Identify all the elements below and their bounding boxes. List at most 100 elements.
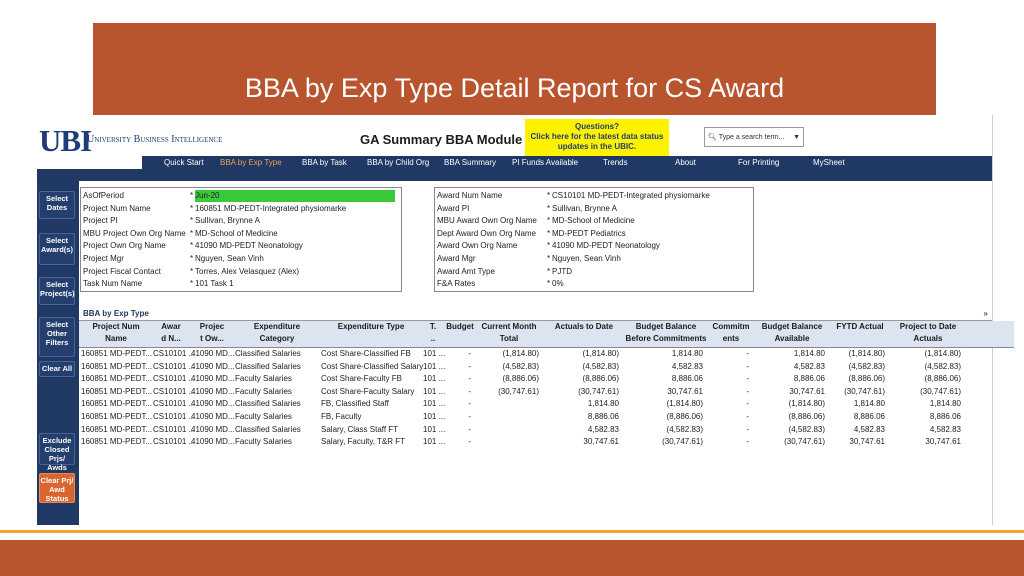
filter-marker: *: [190, 241, 194, 251]
filter-value[interactable]: 41090 MD-PEDT Neonatology: [195, 240, 303, 252]
table-cell: 160851 MD-PEDT...: [81, 374, 153, 384]
table-row[interactable]: 160851 MD-PEDT... CS10101 ... 41090 MD... C…: [79, 361, 1014, 373]
column-header[interactable]: Projec t Ow...: [191, 321, 233, 345]
side-button-select-award-s-[interactable]: Select Award(s): [39, 233, 75, 265]
filter-value[interactable]: MD-PEDT Pediatrics: [552, 228, 626, 240]
filter-value[interactable]: CS10101 MD-PEDT-Integrated physiomarke: [552, 190, 710, 202]
side-button-clear-prj-awd-status[interactable]: Clear Prj/Awd Status: [39, 473, 75, 503]
side-button-label: Closed Prjs/: [44, 445, 70, 463]
side-button-exclude-closed-prjs-awds[interactable]: Exclude Closed Prjs/Awds: [39, 433, 75, 472]
table-row[interactable]: 160851 MD-PEDT... CS10101 ... 41090 MD... F…: [79, 386, 1014, 398]
filter-label: Project PI: [83, 216, 118, 226]
table-cell: 160851 MD-PEDT...: [81, 349, 153, 358]
nav-tab-pi-funds-available[interactable]: PI Funds Available: [512, 156, 578, 169]
column-header[interactable]: Awar d N...: [153, 321, 189, 345]
filter-marker: *: [190, 266, 194, 276]
column-header[interactable]: Project Num Name: [81, 321, 151, 345]
filter-value[interactable]: Sullivan, Brynne A: [552, 203, 617, 215]
column-header-line: Category: [259, 334, 295, 343]
table-cell: (4,582.83): [582, 361, 619, 371]
filter-value[interactable]: PJTD: [552, 266, 572, 278]
table-cell: 41090 MD...: [191, 424, 235, 434]
filter-label: Award Own Org Name: [437, 241, 518, 251]
side-button-label: Awd Status: [45, 485, 69, 503]
table-cell: (8,886.06): [848, 374, 885, 384]
app-screenshot: UBI University Business Intelligence GA …: [37, 115, 1014, 525]
filter-value[interactable]: 41090 MD-PEDT Neonatology: [552, 240, 660, 252]
column-header[interactable]: Budget Balance Before Commitments: [625, 321, 707, 345]
column-header[interactable]: Budget: [445, 321, 475, 333]
filter-value[interactable]: Nguyen, Sean Vinh: [552, 253, 621, 265]
filter-label: Award PI: [437, 203, 470, 213]
table-row[interactable]: 160851 MD-PEDT... CS10101 ... 41090 MD... F…: [79, 411, 1014, 423]
questions-link[interactable]: Questions? Click here for the latest dat…: [525, 119, 669, 157]
nav-tab-quick-start[interactable]: Quick Start: [164, 156, 204, 169]
table-cell: 101 ...: [423, 424, 446, 434]
table-row[interactable]: 160851 MD-PEDT... CS10101 ... 41090 MD... F…: [79, 373, 1014, 385]
column-header[interactable]: Actuals to Date: [545, 321, 623, 333]
expand-icon[interactable]: »: [984, 308, 988, 320]
filter-value[interactable]: 101 Task 1: [195, 278, 234, 290]
table-cell: 30,747.61: [925, 437, 961, 447]
table-cell: (30,747.61): [578, 386, 619, 396]
filter-marker: *: [547, 191, 551, 200]
filter-value[interactable]: Nguyen, Sean Vinh: [195, 253, 264, 265]
filter-label: Project Mgr: [83, 254, 124, 263]
table-cell: -: [746, 349, 749, 358]
side-button-select-project-s-[interactable]: Select Project(s): [39, 277, 75, 305]
column-header[interactable]: Expenditure Type: [321, 321, 421, 333]
filter-value[interactable]: MD-School of Medicine: [195, 228, 278, 240]
table-cell: 4,582.83: [587, 424, 619, 434]
table-row[interactable]: 160851 MD-PEDT... CS10101 ... 41090 MD... C…: [79, 424, 1014, 436]
table-cell: Cost Share-Faculty FB: [321, 374, 402, 384]
filter-value[interactable]: Torres, Alex Velasquez (Alex): [195, 266, 299, 278]
side-button-select-dates[interactable]: Select Dates: [39, 191, 75, 219]
questions-line-2: Click here for the latest data status: [530, 132, 664, 141]
filter-marker: *: [190, 191, 194, 200]
filter-value[interactable]: 160851 MD-PEDT-Integrated physiomarke: [195, 203, 346, 215]
nav-tab-bba-by-task[interactable]: BBA by Task: [302, 156, 347, 169]
column-header[interactable]: Commitm ents: [709, 321, 753, 345]
nav-tab-bba-summary[interactable]: BBA Summary: [444, 156, 496, 169]
table-cell: 41090 MD...: [191, 386, 235, 396]
side-button-select-other-filters[interactable]: Select Other Filters: [39, 317, 75, 357]
nav-tab-trends[interactable]: Trends: [603, 156, 628, 169]
table-cell: 4,582.83: [793, 361, 825, 371]
table-cell: (8,886.06): [666, 412, 703, 421]
column-header-line: Budget: [446, 322, 474, 331]
side-button-clear-all[interactable]: Clear All: [39, 361, 75, 377]
nav-tab-bba-by-exp-type[interactable]: BBA by Exp Type: [220, 156, 282, 169]
filter-value[interactable]: 0%: [552, 278, 564, 290]
nav-tab-for-printing[interactable]: For Printing: [738, 156, 779, 169]
filter-value[interactable]: MD-School of Medicine: [552, 215, 635, 227]
column-header[interactable]: Budget Balance Available: [755, 321, 829, 345]
table-cell: -: [468, 424, 471, 434]
column-header[interactable]: FYTD Actual: [831, 321, 889, 333]
table-cell: FB, Faculty: [321, 412, 362, 421]
table-cell: (1,814.80): [502, 349, 539, 358]
column-header[interactable]: Project to Date Actuals: [891, 321, 965, 345]
filter-value[interactable]: Jun-20: [195, 190, 395, 202]
search-box[interactable]: 🔍︎ Type a search term... ▼: [704, 127, 804, 147]
nav-tab-about[interactable]: About: [675, 156, 696, 169]
filter-marker: *: [190, 279, 194, 289]
dropdown-arrow-icon[interactable]: ▼: [793, 128, 800, 148]
table-cell: -: [468, 399, 471, 409]
nav-tab-bba-by-child-org[interactable]: BBA by Child Org: [367, 156, 429, 169]
nav-tab-mysheet[interactable]: MySheet: [813, 156, 845, 169]
table-row[interactable]: 160851 MD-PEDT... CS10101 ... 41090 MD... C…: [79, 398, 1014, 410]
column-header[interactable]: Current Month Total: [475, 321, 543, 345]
table-cell: (1,814.80): [666, 399, 703, 409]
table-row[interactable]: 160851 MD-PEDT... CS10101 ... 41090 MD... C…: [79, 348, 1014, 360]
table-cell: CS10101 ...: [153, 399, 196, 409]
table-cell: Classified Salaries: [235, 424, 301, 434]
table-cell: 1,814.80: [671, 349, 703, 358]
column-header[interactable]: T...: [423, 321, 443, 345]
table-row[interactable]: 160851 MD-PEDT... CS10101 ... 41090 MD... F…: [79, 436, 1014, 448]
filter-value[interactable]: Sullivan, Brynne A: [195, 215, 260, 227]
table-cell: 101 ...: [423, 374, 446, 384]
table-cell: Classified Salaries: [235, 349, 301, 358]
column-header-line: Before Commitments: [625, 334, 707, 343]
column-header[interactable]: Expenditure Category: [235, 321, 319, 345]
table-cell: (30,747.61): [844, 386, 885, 396]
